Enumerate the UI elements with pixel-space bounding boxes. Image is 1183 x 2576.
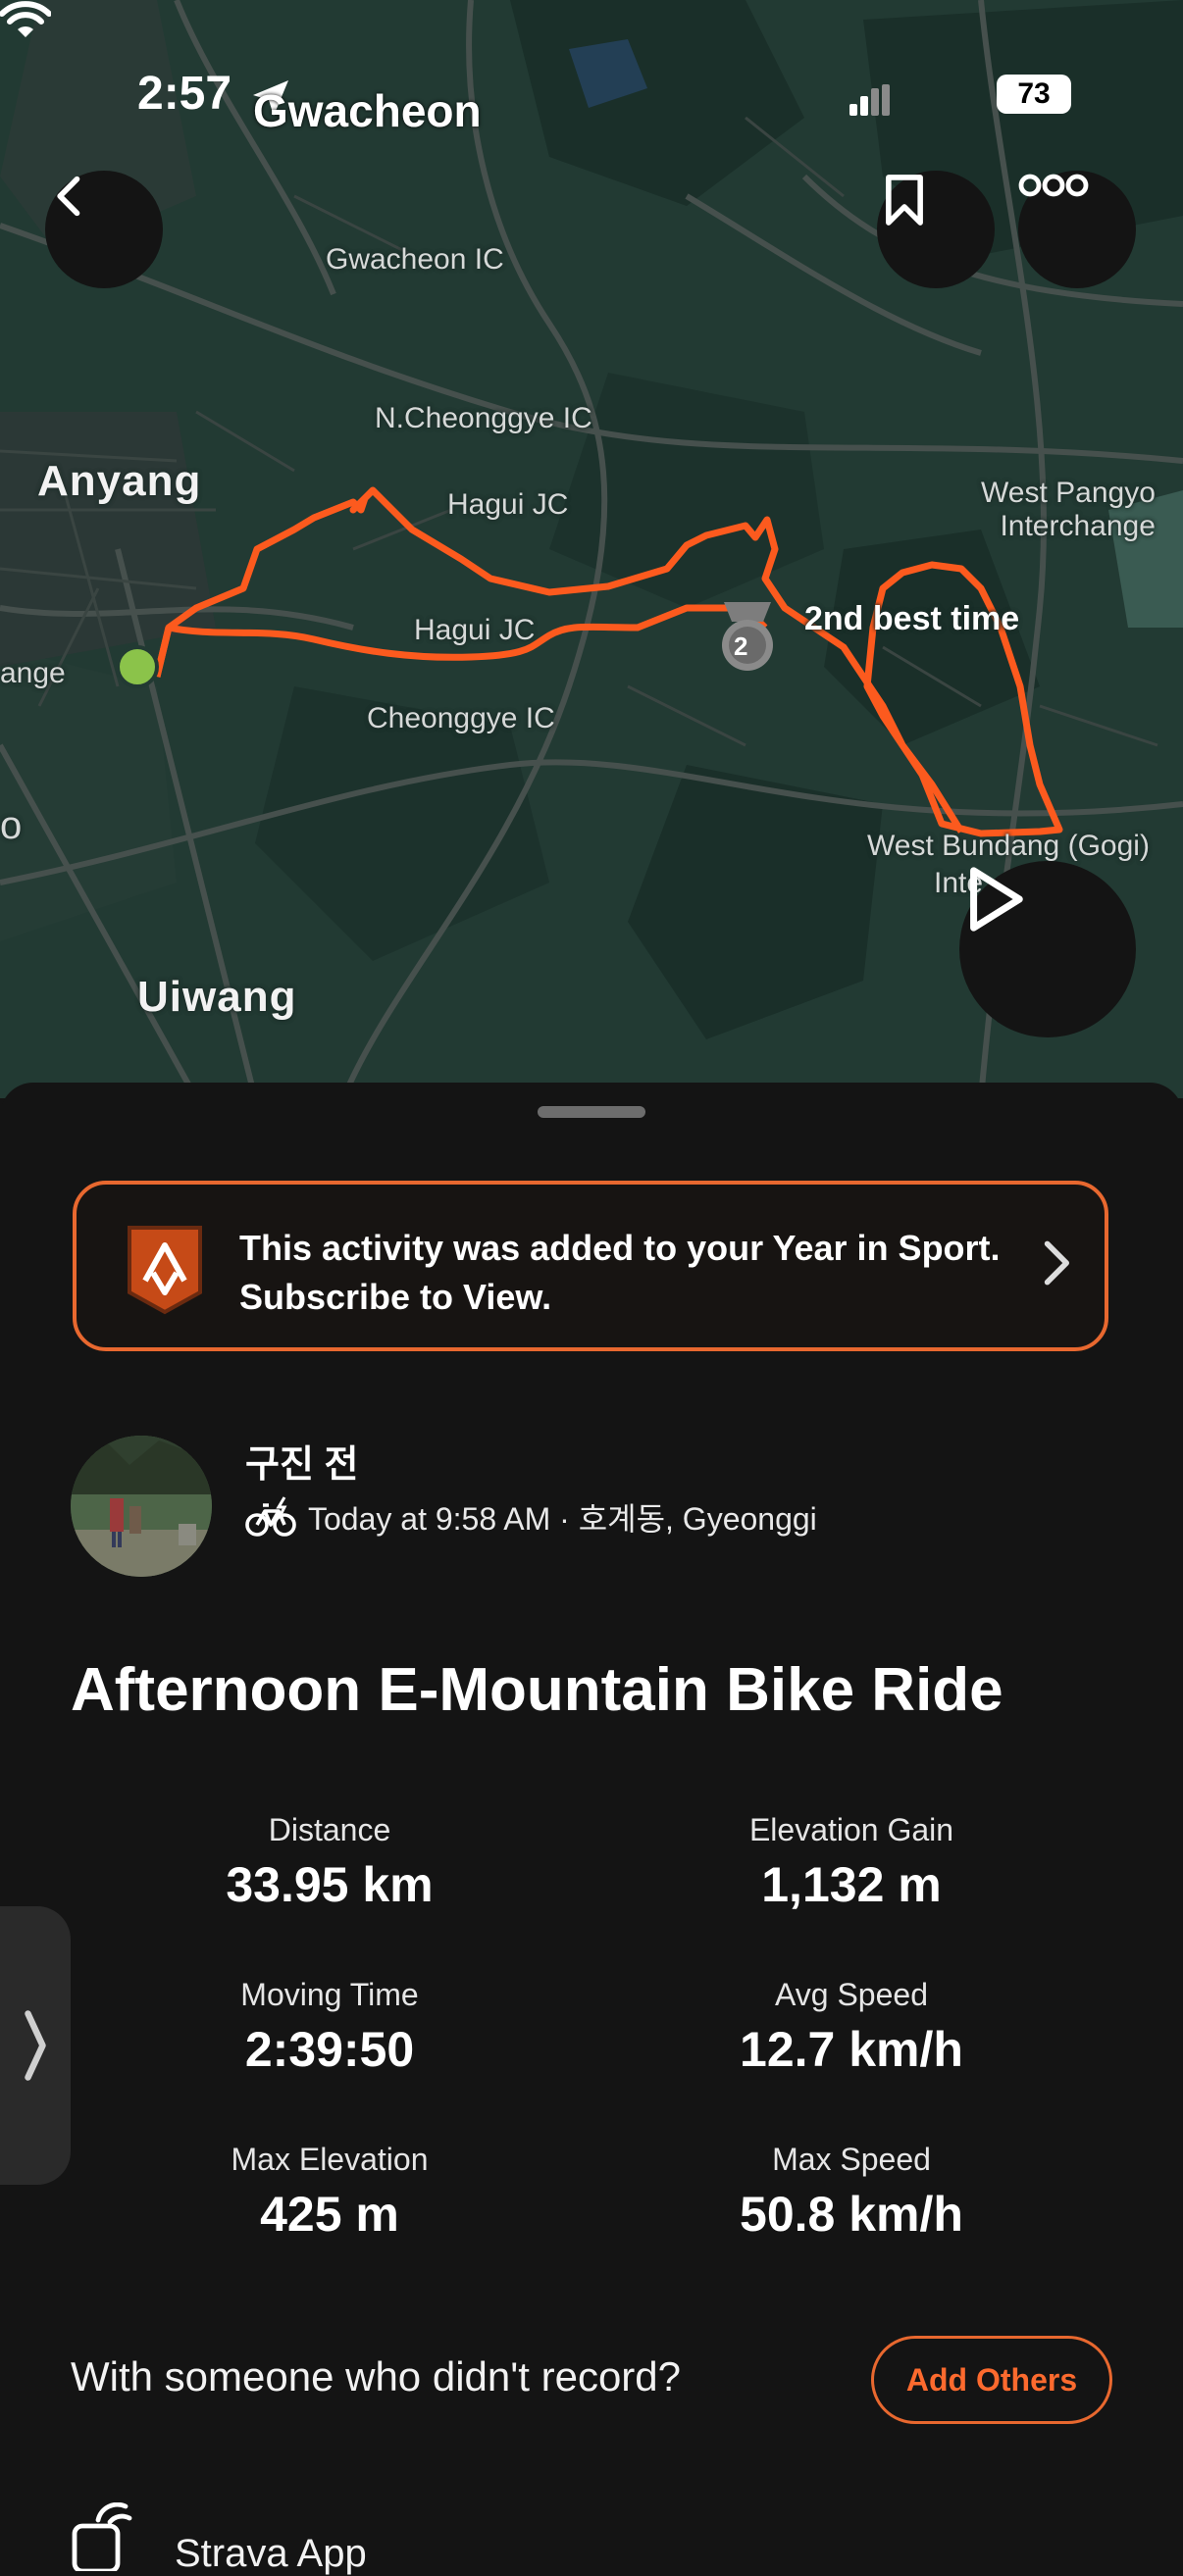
play-icon <box>970 867 1023 932</box>
map-label-west-bundang: West Bundang (Gogi) <box>867 830 1150 862</box>
map-label-west-pangyo-line2: Interchange <box>1000 510 1156 542</box>
stat-avg-speed: Avg Speed 12.7 km/h <box>655 1977 1048 2078</box>
map-location-title: Gwacheon <box>253 85 482 136</box>
map-label-hagui-jc-mid: Hagui JC <box>414 614 536 646</box>
year-in-sport-banner[interactable]: This activity was added to your Year in … <box>73 1181 1108 1351</box>
map-label-west-pangyo-line1: West Pangyo <box>981 477 1156 509</box>
status-time: 2:57 <box>137 68 232 120</box>
bookmark-button[interactable] <box>877 171 995 288</box>
stat-value: 2:39:50 <box>244 2022 415 2077</box>
flyover-play-button[interactable] <box>959 861 1136 1037</box>
stat-moving-time: Moving Time 2:39:50 <box>133 1977 526 2078</box>
route-map[interactable]: Gwacheon IC N.Cheonggye IC Anyang Hagui … <box>0 0 1183 1098</box>
stat-value: 12.7 km/h <box>740 2022 963 2077</box>
wifi-icon <box>0 1 51 37</box>
stat-value: 50.8 km/h <box>740 2187 963 2242</box>
map-label-range-partial: ange <box>0 657 66 689</box>
map-label-hagui-jc-top: Hagui JC <box>447 488 569 521</box>
activity-meta: Today at 9:58 AM · 호계동, Gyeonggi <box>245 1494 817 1540</box>
activity-title: Afternoon E-Mountain Bike Ride <box>71 1656 1003 1724</box>
banner-line1: This activity was added to your Year in … <box>239 1228 1001 1268</box>
recording-device: Strava App <box>175 2532 367 2575</box>
stat-max-elevation: Max Elevation 425 m <box>133 2142 526 2243</box>
stat-label: Distance <box>268 1812 391 1847</box>
stat-max-speed: Max Speed 50.8 km/h <box>655 2142 1048 2243</box>
stat-value: 1,132 m <box>761 1857 942 1912</box>
add-others-button[interactable]: Add Others <box>871 2336 1112 2424</box>
activity-date-location: Today at 9:58 AM · 호계동, Gyeonggi <box>308 1501 817 1537</box>
back-button[interactable] <box>45 171 163 288</box>
banner-text: This activity was added to your Year in … <box>239 1224 1001 1322</box>
more-horizontal-icon <box>1018 174 1089 197</box>
stat-label: Moving Time <box>240 1977 419 2012</box>
chevron-right-icon <box>1044 1240 1069 1286</box>
stat-label: Max Speed <box>772 2142 931 2177</box>
stat-distance: Distance 33.95 km <box>133 1812 526 1913</box>
map-label-uiwang: Uiwang <box>137 973 297 1021</box>
stat-value: 425 m <box>260 2187 399 2242</box>
map-label-anyang: Anyang <box>37 457 202 505</box>
battery-indicator: 73 <box>997 75 1071 114</box>
stat-label: Max Elevation <box>231 2142 429 2177</box>
banner-line2: Subscribe to View. <box>239 1277 552 1317</box>
map-label-west-pangyo: West Pangyo Interchange <box>981 477 1156 543</box>
achievement-label[interactable]: 2nd best time <box>804 600 1019 638</box>
more-button[interactable] <box>1018 171 1136 288</box>
athlete-avatar[interactable] <box>71 1436 212 1577</box>
medal-rank: 2 <box>734 631 748 661</box>
bookmark-icon <box>886 175 923 226</box>
map-label-o-partial: o <box>0 804 23 847</box>
device-icon <box>72 2502 132 2571</box>
stat-label: Avg Speed <box>775 1977 928 2012</box>
stat-label: Elevation Gain <box>748 1812 954 1847</box>
map-label-gwacheon-ic: Gwacheon IC <box>326 243 504 276</box>
stat-elevation-gain: Elevation Gain 1,132 m <box>655 1812 1048 1913</box>
athlete-name[interactable]: 구진 전 <box>245 1434 358 1488</box>
with-others-prompt: With someone who didn't record? <box>71 2353 682 2399</box>
sheet-grabber[interactable] <box>538 1106 645 1118</box>
stat-value: 33.95 km <box>226 1857 434 1912</box>
map-label-n-cheonggye-ic: N.Cheonggye IC <box>375 402 592 434</box>
avatar-photo <box>71 1436 212 1577</box>
e-bike-icon <box>245 1496 296 1537</box>
year-in-sport-badge-icon <box>128 1226 202 1315</box>
chevron-right-icon <box>25 2010 46 2081</box>
chevron-left-icon <box>57 176 80 217</box>
cellular-signal-icon <box>849 84 890 116</box>
map-label-cheonggye-ic: Cheonggye IC <box>367 702 555 734</box>
side-drawer-tab[interactable] <box>0 1906 71 2185</box>
